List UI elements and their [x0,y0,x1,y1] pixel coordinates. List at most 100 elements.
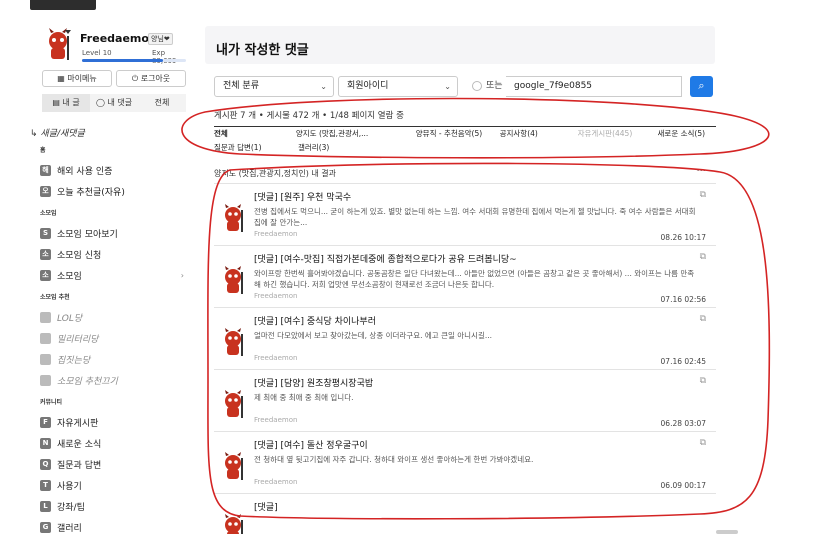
category-filter-link[interactable]: 양지도 (맛집,관광서,... [296,127,416,141]
tab-all[interactable]: 전체 [138,94,186,112]
grid-icon: ▦ [57,74,68,83]
sidebar-item[interactable]: S 소모임 모아보기 [30,223,188,244]
sidebar-item[interactable]: F 자유게시판 [30,412,188,433]
avatar [49,28,71,60]
tab-all-label: 전체 [154,98,170,107]
sidebar-item[interactable]: N 새로운 소식 [30,433,188,454]
external-link-icon[interactable]: ⧉ [700,252,706,262]
board-icon: 소 [40,270,51,281]
avatar [220,514,246,534]
category-filter-link[interactable]: 양뮤직 - 추천음악(5) [416,127,500,141]
chevron-down-icon: ⌄ [444,82,451,91]
comment-date: 07.16 02:45 [660,357,706,366]
comment-author: Freedaemon [254,354,298,362]
or-checkbox[interactable] [472,80,482,91]
avatar [220,266,246,296]
my-menu-label: 마이메뉴 [67,74,97,83]
category-filter-link[interactable]: 새로운 소식(5) [658,127,716,141]
top-header [0,0,835,12]
nav-group-heading: 커뮤니티 [40,399,63,406]
comment-author: Freedaemon [254,478,298,486]
site-logo[interactable] [30,0,96,10]
sidebar-item[interactable]: L 강좌/팁 [30,496,188,517]
board-icon: 해 [40,165,51,176]
nav-group-heading: 소모임 추천 [40,294,70,301]
nav-group-heading: 홈 [40,147,46,154]
board-icon: N [40,438,51,449]
field-select[interactable]: 회원아이디 ⌄ [338,76,458,97]
comment-author: Freedaemon [254,292,298,300]
document-icon: ▤ [52,98,63,107]
profile-badge: 양님❤ [148,33,173,45]
board-icon: S [40,228,51,239]
tab-my-comments[interactable]: ◯ 내 댓글 [90,94,138,112]
list-item[interactable]: [댓글] [여수-맛집] 직접가본데중에 종합적으로다가 공유 드려봅니당~ 와이… [214,245,716,307]
comment-title[interactable]: [댓글] [254,500,278,513]
list-item[interactable]: [댓글] [214,493,716,534]
my-menu-button[interactable]: ▦ 마이메뉴 [42,70,112,87]
category-filter-link[interactable]: 질문과 답변(1) [214,141,298,155]
board-icon: T [40,480,51,491]
or-toggle[interactable]: 또는 [458,76,506,97]
sidebar-item[interactable]: 소 소모임 › [30,265,188,286]
scroll-indicator[interactable] [716,530,738,534]
comment-title[interactable]: [댓글] [여수-맛집] 직접가본데중에 종합적으로다가 공유 드려봅니당~ [254,252,517,265]
or-label: 또는 [486,81,503,91]
category-filter-table: 전체 양지도 (맛집,관광서,... 양뮤직 - 추천음악(5) 공지사항(4) 자유게… [214,126,716,155]
sidebar-item-label: 소모임 [57,272,82,282]
logout-button[interactable]: ⏻ 로그아웃 [116,70,186,87]
chevron-down-icon: ⌄ [320,82,327,91]
sidebar-item[interactable]: 소 소모임 신청 [30,244,188,265]
comment-excerpt: 전 청하대 옆 뒷고기집에 자주 갑니다. 청하대 와이프 생선 좋아하는게 한… [254,455,534,464]
page-title-box: 내가 작성한 댓글 [205,26,715,64]
search-button[interactable]: ⌕ [690,76,713,97]
logout-label: 로그아웃 [140,74,171,83]
external-link-icon[interactable]: ⧉ [700,190,706,200]
sidebar-item[interactable]: LOL당 [30,307,188,328]
chevron-down-icon[interactable]: › [181,271,184,280]
sidebar-item-label: 갤러리 [57,524,82,534]
category-filter-link[interactable]: 자유게시판(445) [578,127,658,141]
sidebar-item-label: 소모임 신청 [57,251,102,261]
category-nav: ↳ 새글/새댓글 홈해 해외 사용 인증 오 오늘 추천글(자유) 소모임 S 소모임 모아… [30,126,188,534]
tab-my-posts[interactable]: ▤ 내 글 [42,94,90,112]
category-select[interactable]: 전체 분류 ⌄ [214,76,334,97]
comment-title[interactable]: [댓글] [원주] 우천 막국수 [254,190,351,203]
profile-name[interactable]: Freedaemon [80,32,157,45]
comment-excerpt: 전병 집에서도 먹으니... 굳이 하는게 있죠. 별맛 없는데 하는 느낌. … [254,207,696,227]
new-posts-heading[interactable]: ↳ 새글/새댓글 [30,126,188,139]
sidebar-item[interactable]: Q 질문과 답변 [30,454,188,475]
page-title: 내가 작성한 댓글 [216,43,309,58]
field-select-value: 회원아이디 [347,81,389,91]
list-item[interactable]: [댓글] [원주] 우천 막국수전병 집에서도 먹으니... 굳이 하는게 있죠… [214,183,716,245]
list-item[interactable]: [댓글] [여수] 돌산 정우굴구이전 청하대 옆 뒷고기집에 자주 갑니다. … [214,431,716,493]
comment-title[interactable]: [댓글] [담양] 원조창평시장국밥 [254,376,373,389]
sidebar-item-label: 밀리터리당 [57,335,99,345]
sidebar-item[interactable]: T 사용기 [30,475,188,496]
sidebar-item[interactable]: 소모임 추천끄기 [30,370,188,391]
sidebar-item[interactable]: 집짓는당 [30,349,188,370]
comment-title[interactable]: [댓글] [여수] 중식당 차이나부러 [254,314,376,327]
board-icon: L [40,501,51,512]
board-icon [40,312,51,323]
category-filter-link[interactable]: 전체 [214,127,296,141]
comment-title[interactable]: [댓글] [여수] 돌산 정우굴구이 [254,438,368,451]
sidebar-item[interactable]: G 갤러리 [30,517,188,534]
list-item[interactable]: [댓글] [여수] 중식당 차이나부러 얼마전 다모았에서 보고 찾아갔는데, 상… [214,307,716,369]
category-filter-link[interactable]: 공지사항(4) [500,127,578,141]
search-icon: ⌕ [698,79,705,92]
sidebar-item[interactable]: 해 해외 사용 인증 [30,160,188,181]
comment-icon: ◯ [95,98,108,107]
external-link-icon[interactable]: ⧉ [700,376,706,386]
avatar [220,204,246,234]
comment-date: 06.28 03:07 [660,419,706,428]
category-filter-link[interactable]: 갤러리(3) [298,141,421,155]
external-link-icon[interactable]: ⧉ [700,438,706,448]
search-input[interactable]: google_7f9e0855 [506,76,682,97]
list-item[interactable]: [댓글] [담양] 원조창평시장국밥 제 최애 중 최애 중 최애 입니다. Fre… [214,369,716,431]
external-link-icon[interactable]: ⧉ [700,314,706,324]
sidebar-item[interactable]: 오 오늘 추천글(자유) [30,181,188,202]
search-stats: 게시판 7 개 • 게시물 472 개 • 1/48 페이지 열람 중 [214,111,404,121]
sidebar-item[interactable]: 밀리터리당 [30,328,188,349]
more-icon[interactable]: ··· [696,166,706,177]
